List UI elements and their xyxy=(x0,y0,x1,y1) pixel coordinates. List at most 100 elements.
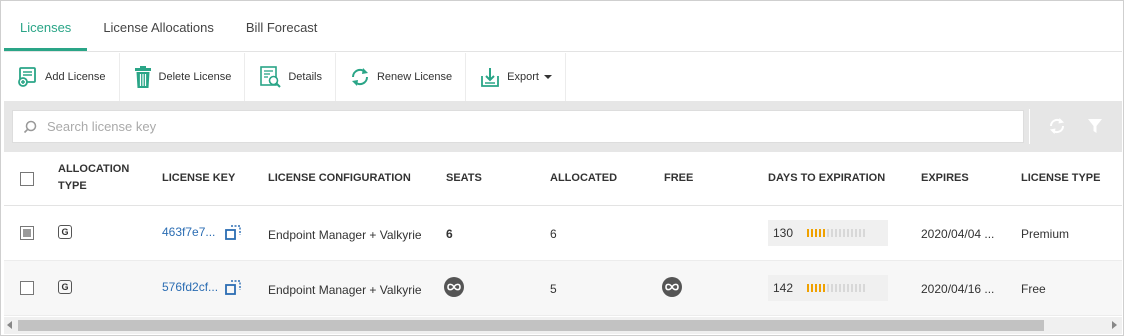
scroll-right-arrow[interactable] xyxy=(1112,321,1117,329)
progress-segment xyxy=(843,284,845,292)
seats-value: 6 xyxy=(446,227,453,241)
header-license-configuration[interactable]: License Configuration xyxy=(268,170,411,187)
header-license-key[interactable]: License Key xyxy=(162,170,235,187)
infinity-icon xyxy=(662,277,682,297)
progress-segment xyxy=(839,284,841,292)
progress-segment xyxy=(827,284,829,292)
table-row[interactable]: G 463f7e7... Endpoint Manager + Valkyrie… xyxy=(4,206,1122,261)
header-expires[interactable]: Expires xyxy=(921,170,969,187)
tab-bar: Licenses License Allocations Bill Foreca… xyxy=(4,4,1122,52)
add-license-icon xyxy=(18,67,36,87)
infinity-icon xyxy=(444,277,464,297)
allocation-type-badge: G xyxy=(58,280,72,294)
progress-segment xyxy=(811,229,813,237)
trash-icon xyxy=(134,66,151,88)
progress-segment xyxy=(851,284,853,292)
progress-segment xyxy=(843,229,845,237)
refresh-button[interactable] xyxy=(1046,115,1068,137)
progress-segment xyxy=(811,284,813,292)
progress-segment xyxy=(831,284,833,292)
progress-segment xyxy=(847,284,849,292)
renew-license-button[interactable]: Renew License xyxy=(336,53,467,101)
tab-label: Licenses xyxy=(20,20,72,35)
days-to-expiration: 130 xyxy=(768,220,888,246)
row-checkbox[interactable] xyxy=(20,281,34,295)
license-configuration: Endpoint Manager + Valkyrie xyxy=(268,228,422,242)
details-label: Details xyxy=(288,71,322,83)
header-allocated[interactable]: Allocated xyxy=(550,170,617,187)
scroll-left-arrow[interactable] xyxy=(7,321,12,329)
copy-icon[interactable] xyxy=(225,225,241,241)
select-all-checkbox[interactable] xyxy=(20,172,34,186)
progress-segment xyxy=(819,229,821,237)
progress-segment xyxy=(859,229,861,237)
days-to-expiration: 142 xyxy=(768,275,888,301)
progress-segment xyxy=(819,284,821,292)
header-license-type[interactable]: License Type xyxy=(1021,170,1100,187)
progress-segment xyxy=(839,229,841,237)
scrollbar-thumb[interactable] xyxy=(18,320,1044,331)
progress-segment xyxy=(831,229,833,237)
license-type-value: Free xyxy=(1021,282,1046,296)
header-days-to-expiration[interactable]: Days to Expiration xyxy=(768,170,885,187)
progress-segment xyxy=(823,284,825,292)
refresh-icon xyxy=(1049,118,1065,134)
progress-segment xyxy=(807,284,809,292)
tab-bill-forecast[interactable]: Bill Forecast xyxy=(230,4,334,51)
search-bar xyxy=(4,101,1122,152)
license-key-link[interactable]: 463f7e7... xyxy=(162,225,215,239)
progress-segment xyxy=(847,229,849,237)
expires-value: 2020/04/04 ... xyxy=(921,227,995,241)
expiration-progress xyxy=(807,284,865,292)
header-allocation-type[interactable]: Allocation Type xyxy=(58,161,148,195)
copy-icon[interactable] xyxy=(225,280,241,296)
progress-segment xyxy=(815,284,817,292)
license-type-value: Premium xyxy=(1021,227,1070,241)
search-box xyxy=(12,110,1024,143)
table-row[interactable]: G 576fd2cf... Endpoint Manager + Valkyri… xyxy=(4,261,1122,316)
license-key-link[interactable]: 576fd2cf... xyxy=(162,280,218,294)
horizontal-scrollbar[interactable] xyxy=(4,317,1122,334)
allocated-value: 6 xyxy=(550,227,557,241)
search-icon xyxy=(23,120,37,133)
search-divider xyxy=(1029,109,1030,144)
toolbar: Add License Delete License Details Renew… xyxy=(4,53,566,101)
progress-segment xyxy=(815,229,817,237)
delete-license-button[interactable]: Delete License xyxy=(120,53,246,101)
progress-segment xyxy=(855,284,857,292)
progress-segment xyxy=(827,229,829,237)
filter-button[interactable] xyxy=(1084,115,1106,137)
header-seats[interactable]: Seats xyxy=(446,170,482,187)
details-button[interactable]: Details xyxy=(245,53,336,101)
progress-segment xyxy=(835,284,837,292)
row-checkbox[interactable] xyxy=(20,226,34,240)
tab-licenses[interactable]: Licenses xyxy=(4,4,88,51)
tab-license-allocations[interactable]: License Allocations xyxy=(87,4,230,51)
filter-icon xyxy=(1088,119,1102,133)
details-icon xyxy=(260,66,282,88)
allocation-type-badge: G xyxy=(58,225,72,239)
progress-segment xyxy=(823,229,825,237)
export-button[interactable]: Export xyxy=(466,53,566,101)
export-label: Export xyxy=(507,71,539,83)
days-value: 130 xyxy=(773,226,794,240)
add-license-button[interactable]: Add License xyxy=(4,53,120,101)
search-input[interactable] xyxy=(47,119,947,134)
progress-segment xyxy=(863,229,865,237)
refresh-icon xyxy=(351,68,368,86)
days-value: 142 xyxy=(773,281,794,295)
progress-segment xyxy=(835,229,837,237)
progress-segment xyxy=(851,229,853,237)
progress-segment xyxy=(855,229,857,237)
renew-license-label: Renew License xyxy=(376,71,453,83)
progress-segment xyxy=(859,284,861,292)
header-free[interactable]: Free xyxy=(664,170,693,187)
allocated-value: 5 xyxy=(550,282,557,296)
table-header: Allocation Type License Key License Conf… xyxy=(4,152,1122,206)
progress-segment xyxy=(807,229,809,237)
expiration-progress xyxy=(807,229,865,237)
license-configuration: Endpoint Manager + Valkyrie xyxy=(268,283,422,297)
license-panel: Licenses License Allocations Bill Foreca… xyxy=(0,0,1124,336)
chevron-down-icon xyxy=(543,75,552,79)
expires-value: 2020/04/16 ... xyxy=(921,282,995,296)
